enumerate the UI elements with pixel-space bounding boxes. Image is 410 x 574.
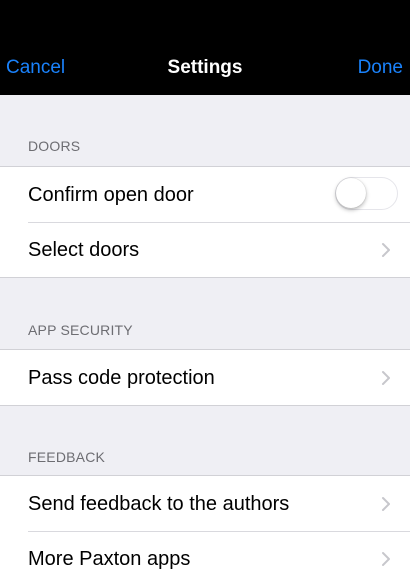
app-security-group: Pass code protection bbox=[0, 349, 410, 406]
confirm-open-door-row: Confirm open door bbox=[0, 167, 410, 222]
section-header-app-security: APP SECURITY bbox=[28, 322, 133, 338]
settings-screen: Cancel Settings Done DOORS Confirm open … bbox=[0, 0, 410, 574]
confirm-open-door-toggle[interactable] bbox=[335, 177, 398, 210]
pass-code-protection-row[interactable]: Pass code protection bbox=[0, 350, 410, 405]
send-feedback-label: Send feedback to the authors bbox=[28, 493, 290, 515]
chevron-right-icon bbox=[382, 552, 390, 566]
navigation-bar: Cancel Settings Done bbox=[0, 0, 410, 95]
chevron-right-icon bbox=[382, 371, 390, 385]
feedback-group: Send feedback to the authors More Paxton… bbox=[0, 475, 410, 574]
page-title: Settings bbox=[167, 57, 243, 78]
more-paxton-apps-row[interactable]: More Paxton apps bbox=[0, 531, 410, 574]
chevron-right-icon bbox=[382, 243, 390, 257]
chevron-right-icon bbox=[382, 497, 390, 511]
toggle-knob bbox=[336, 178, 366, 208]
more-paxton-apps-label: More Paxton apps bbox=[28, 548, 191, 570]
done-button[interactable]: Done bbox=[358, 57, 403, 79]
section-header-feedback: FEEDBACK bbox=[28, 449, 106, 465]
select-doors-label: Select doors bbox=[28, 239, 140, 261]
section-header-doors: DOORS bbox=[28, 138, 81, 154]
pass-code-protection-label: Pass code protection bbox=[28, 367, 215, 389]
send-feedback-row[interactable]: Send feedback to the authors bbox=[0, 476, 410, 531]
select-doors-row[interactable]: Select doors bbox=[0, 222, 410, 277]
confirm-open-door-label: Confirm open door bbox=[28, 184, 194, 206]
doors-group: Confirm open door Select doors bbox=[0, 166, 410, 278]
